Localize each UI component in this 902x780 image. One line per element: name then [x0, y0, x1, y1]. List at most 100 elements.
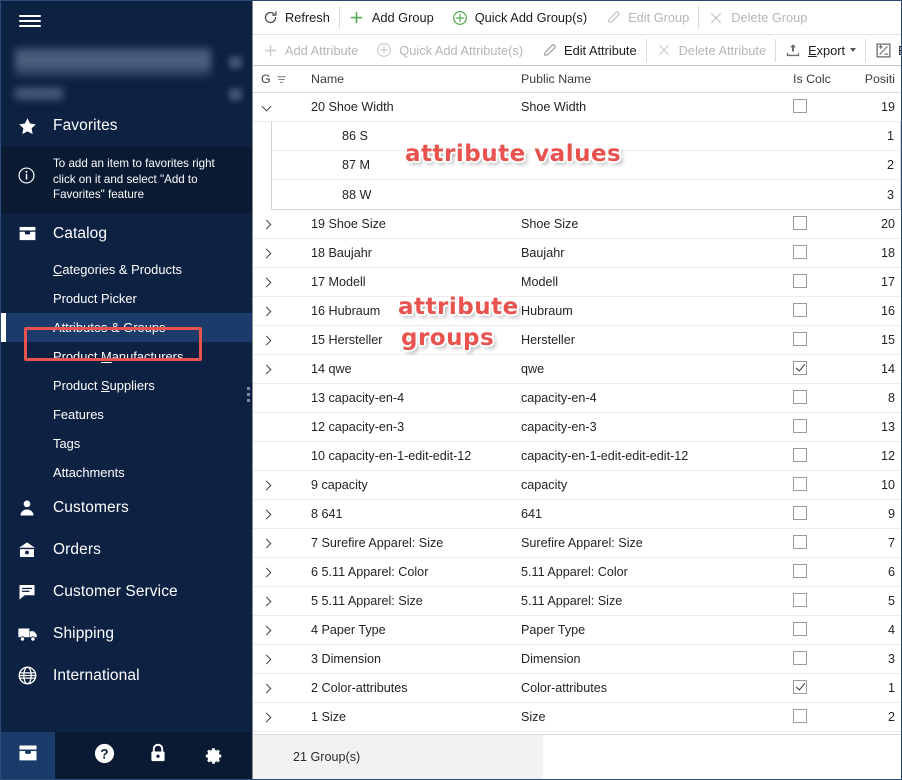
is-color-checkbox[interactable]: [793, 302, 807, 317]
is-color-checkbox[interactable]: [793, 244, 807, 259]
footer-button-lock[interactable]: [131, 732, 185, 779]
footer-button-help[interactable]: ?: [77, 732, 131, 779]
table-row[interactable]: 8 641 641 9: [253, 500, 901, 529]
table-row[interactable]: 6 5.11 Apparel: Color 5.11 Apparel: Color…: [253, 558, 901, 587]
sidebar-item-product-manufacturers[interactable]: Product Manufacturers: [1, 342, 252, 371]
table-row[interactable]: 19 Shoe Size Shoe Size 20: [253, 210, 901, 239]
sidebar-item-catalog[interactable]: Catalog: [1, 213, 252, 255]
column-header-name[interactable]: Name: [299, 72, 521, 86]
table-row[interactable]: 5 5.11 Apparel: Size 5.11 Apparel: Size 5: [253, 587, 901, 616]
chevron-right-icon[interactable]: [261, 363, 274, 376]
table-row[interactable]: 18 Baujahr Baujahr 18: [253, 239, 901, 268]
sidebar-item-categories-products[interactable]: Categories & Products: [1, 255, 252, 284]
cell-public-name: Modell: [521, 275, 559, 289]
table-row[interactable]: 13 capacity-en-4 capacity-en-4 8: [253, 384, 901, 413]
chevron-right-icon[interactable]: [261, 653, 274, 666]
chevron-right-icon[interactable]: [261, 682, 274, 695]
chevron-right-icon[interactable]: [261, 711, 274, 724]
column-header-position[interactable]: Positi: [855, 72, 901, 86]
sidebar-item-tags[interactable]: Tags: [1, 429, 252, 458]
table-row[interactable]: 9 capacity capacity 10: [253, 471, 901, 500]
grid-body[interactable]: 20 Shoe Width Shoe Width 19 86 S 1 87 M 2 88 W3…: [253, 93, 901, 734]
table-row[interactable]: 4 Paper Type Paper Type 4: [253, 616, 901, 645]
table-row[interactable]: 15 Hersteller Hersteller 15: [253, 326, 901, 355]
footer-button-settings[interactable]: [185, 732, 239, 779]
sidebar-item-customers[interactable]: Customers: [1, 487, 252, 529]
sidebar-item-shipping[interactable]: Shipping: [1, 613, 252, 655]
edit-attribute-button[interactable]: Edit Attribute: [532, 35, 646, 65]
sidebar-item-customer-service[interactable]: Customer Service: [1, 571, 252, 613]
is-color-checkbox[interactable]: [793, 215, 807, 230]
is-color-checkbox[interactable]: [793, 389, 807, 404]
is-color-checkbox[interactable]: [793, 592, 807, 607]
chevron-right-icon[interactable]: [261, 624, 274, 637]
sidebar-item-orders[interactable]: Orders: [1, 529, 252, 571]
table-row[interactable]: 7 Surefire Apparel: Size Surefire Apparel…: [253, 529, 901, 558]
attribute-value-row[interactable]: 87 M 2: [272, 151, 900, 180]
table-row[interactable]: 20 Shoe Width Shoe Width 19: [253, 93, 901, 122]
is-color-checkbox[interactable]: [793, 360, 807, 375]
sidebar-item-product-picker[interactable]: Product Picker: [1, 284, 252, 313]
chevron-right-icon[interactable]: [261, 276, 274, 289]
is-color-checkbox[interactable]: [793, 708, 807, 723]
is-color-checkbox[interactable]: [793, 418, 807, 433]
table-row[interactable]: 17 Modell Modell 17: [253, 268, 901, 297]
sidebar-item-international[interactable]: International: [1, 655, 252, 697]
chevron-right-icon[interactable]: [261, 595, 274, 608]
sort-icon[interactable]: [276, 74, 287, 85]
is-color-checkbox[interactable]: [793, 679, 807, 694]
table-row[interactable]: 1 Size Size 2: [253, 703, 901, 732]
row-expander-cell: [253, 363, 299, 376]
is-color-checkbox[interactable]: [793, 447, 807, 462]
sidebar-item-attributes-groups[interactable]: Attributes & Groups: [1, 312, 252, 342]
column-header-is-color[interactable]: Is Colc: [793, 72, 855, 86]
column-header-public-name[interactable]: Public Name: [521, 72, 793, 86]
is-color-checkbox[interactable]: [793, 331, 807, 346]
chevron-right-icon[interactable]: [261, 537, 274, 550]
export-button[interactable]: Export: [776, 35, 865, 65]
sidebar-item-features[interactable]: Features: [1, 400, 252, 429]
is-color-checkbox[interactable]: [793, 476, 807, 491]
table-row[interactable]: 16 Hubraum Hubraum 16: [253, 297, 901, 326]
chevron-right-icon[interactable]: [261, 218, 274, 231]
is-color-checkbox[interactable]: [793, 621, 807, 636]
chevron-right-icon[interactable]: [261, 479, 274, 492]
delete-attribute-button[interactable]: Delete Attribute: [647, 35, 776, 65]
table-row[interactable]: 12 capacity-en-3 capacity-en-3 13: [253, 413, 901, 442]
footer-button-catalog[interactable]: [1, 732, 55, 779]
attributes-grid: G Name Public Name Is Colc Positi 20 Sho…: [253, 65, 901, 779]
add-attribute-button[interactable]: Add Attribute: [253, 35, 367, 65]
is-color-checkbox[interactable]: [793, 650, 807, 665]
chevron-right-icon[interactable]: [261, 334, 274, 347]
quick-add-attributes-button[interactable]: Quick Add Attribute(s): [367, 35, 532, 65]
application-window: Favorites To add an item to favorites ri…: [0, 0, 902, 780]
is-color-checkbox[interactable]: [793, 534, 807, 549]
table-row[interactable]: 14 qwe qwe 14: [253, 355, 901, 384]
chevron-right-icon[interactable]: [261, 247, 274, 260]
hamburger-menu-icon[interactable]: [1, 1, 252, 41]
delete-group-button[interactable]: Delete Group: [699, 1, 816, 34]
is-color-checkbox[interactable]: [793, 563, 807, 578]
table-row[interactable]: 3 Dimension Dimension 3: [253, 645, 901, 674]
column-header-group[interactable]: G: [253, 72, 299, 86]
sidebar-item-favorites[interactable]: Favorites: [1, 105, 252, 147]
sidebar-item-attachments[interactable]: Attachments: [1, 458, 252, 487]
attribute-value-row[interactable]: 88 W 3: [272, 180, 900, 209]
is-color-checkbox[interactable]: [793, 505, 807, 520]
table-row[interactable]: 10 capacity-en-1-edit-edit-12 capacity-en…: [253, 442, 901, 471]
table-row[interactable]: 2 Color-attributes Color-attributes 1: [253, 674, 901, 703]
chevron-right-icon[interactable]: [261, 508, 274, 521]
refresh-button[interactable]: Refresh: [253, 1, 339, 34]
chevron-right-icon[interactable]: [261, 305, 274, 318]
sidebar-item-product-suppliers[interactable]: Product Suppliers: [1, 371, 252, 400]
edit-group-button[interactable]: Edit Group: [596, 1, 698, 34]
is-color-checkbox[interactable]: [793, 98, 807, 113]
expand-button[interactable]: Expand: [866, 35, 901, 65]
is-color-checkbox[interactable]: [793, 273, 807, 288]
chevron-down-icon[interactable]: [261, 101, 274, 114]
chevron-right-icon[interactable]: [261, 566, 274, 579]
sidebar-splitter-handle[interactable]: [247, 387, 250, 405]
attribute-value-row[interactable]: 86 S 1: [272, 122, 900, 151]
quick-add-groups-button[interactable]: Quick Add Group(s): [443, 1, 596, 34]
add-group-button[interactable]: Add Group: [340, 1, 443, 34]
